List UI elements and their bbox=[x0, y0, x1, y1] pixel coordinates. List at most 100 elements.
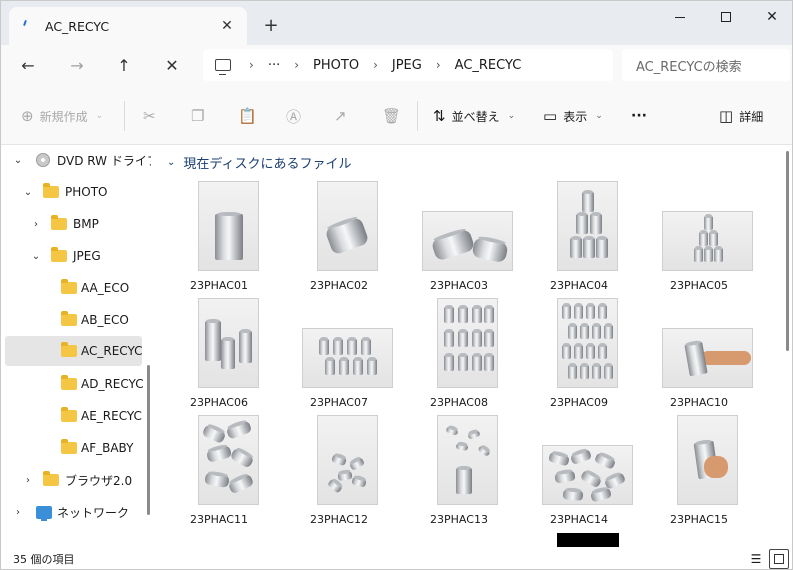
file-item[interactable]: 23PHAC14 bbox=[519, 415, 639, 531]
content-scrollbar[interactable] bbox=[786, 151, 789, 351]
chevron-right-icon[interactable]: › bbox=[21, 475, 35, 486]
thumbnail bbox=[198, 298, 259, 388]
sidebar-item-label: DVD RW ドライブ bbox=[57, 153, 151, 168]
file-item[interactable]: 23PHAC05 bbox=[639, 181, 759, 297]
new-button[interactable]: ⊕ 新規作成 ⌄ bbox=[21, 105, 103, 127]
view-button[interactable]: ▭ 表示 ⌄ bbox=[543, 105, 603, 127]
sidebar-scrollbar[interactable] bbox=[147, 365, 150, 515]
sort-label: 並べ替え bbox=[451, 109, 500, 124]
chevron-right-icon[interactable]: › bbox=[11, 507, 25, 518]
forward-button[interactable]: → bbox=[62, 51, 92, 79]
breadcrumb-jpeg[interactable]: JPEG bbox=[392, 58, 422, 73]
chevron-down-icon: ⌄ bbox=[507, 111, 516, 121]
file-item[interactable]: 23PHAC11 bbox=[159, 415, 279, 531]
chevron-down-icon[interactable]: ⌄ bbox=[21, 187, 35, 198]
maximize-button[interactable] bbox=[703, 1, 749, 33]
sidebar-item-photo[interactable]: ⌄ PHOTO bbox=[5, 177, 142, 207]
sidebar-item-jpeg[interactable]: ⌄ JPEG bbox=[5, 241, 142, 271]
new-tab-button[interactable]: + bbox=[259, 13, 283, 37]
rename-button[interactable]: Ⓐ bbox=[286, 105, 301, 127]
sidebar-item-aa-eco[interactable]: AA_ECO bbox=[5, 273, 142, 303]
sidebar-item-ae-recyc[interactable]: AE_RECYC bbox=[5, 401, 142, 431]
delete-button[interactable]: 🗑 bbox=[382, 105, 401, 127]
thumbnail bbox=[677, 415, 738, 505]
share-button[interactable]: ↗ bbox=[334, 105, 347, 127]
cut-button[interactable]: ✂ bbox=[143, 105, 156, 127]
close-window-button[interactable]: ✕ bbox=[749, 1, 792, 33]
sidebar-item-af-baby[interactable]: AF_BABY bbox=[5, 433, 142, 463]
share-icon: ↗ bbox=[334, 107, 347, 125]
sidebar-item-dvd[interactable]: ⌄ DVD RW ドライブ bbox=[5, 145, 151, 175]
this-pc-icon[interactable] bbox=[215, 59, 231, 75]
network-icon bbox=[36, 505, 52, 521]
tab-ac-recyc[interactable]: AC_RECYC ✕ bbox=[9, 7, 247, 45]
up-button[interactable]: ↑ bbox=[109, 51, 139, 79]
sort-button[interactable]: ⇅ 並べ替え ⌄ bbox=[433, 105, 515, 127]
can-shape bbox=[225, 420, 253, 440]
breadcrumb-photo[interactable]: PHOTO bbox=[313, 58, 359, 73]
sidebar-item-bmp[interactable]: › BMP bbox=[5, 209, 142, 239]
sidebar-item-browser[interactable]: › ブラウザ2.0 bbox=[5, 465, 142, 495]
folder-icon bbox=[61, 407, 77, 422]
back-button[interactable]: ← bbox=[13, 51, 43, 79]
file-item[interactable]: 23PHAC01 bbox=[159, 181, 279, 297]
hand-shape bbox=[704, 456, 728, 478]
file-name: 23PHAC03 bbox=[430, 279, 488, 292]
chevron-right-icon[interactable]: › bbox=[249, 58, 254, 72]
file-item[interactable]: 23PHAC15 bbox=[639, 415, 759, 531]
divider bbox=[124, 101, 125, 131]
paste-button[interactable]: 📋 bbox=[238, 105, 257, 127]
sidebar-item-ab-eco[interactable]: AB_ECO bbox=[5, 305, 142, 335]
file-name: 23PHAC06 bbox=[190, 396, 248, 409]
can-shape bbox=[430, 228, 476, 262]
tab-close-icon[interactable]: ✕ bbox=[217, 16, 237, 36]
chevron-down-icon[interactable]: ⌄ bbox=[11, 155, 25, 166]
view-icon: ▭ bbox=[543, 107, 558, 125]
file-item[interactable]: 23PHAC07 bbox=[279, 298, 399, 414]
thumbnail bbox=[557, 298, 618, 388]
sidebar-item-network[interactable]: › ネットワーク bbox=[5, 497, 142, 527]
group-header[interactable]: ⌄ 現在ディスクにあるファイル bbox=[167, 153, 351, 172]
thumbnail bbox=[422, 211, 513, 271]
file-item[interactable]: 23PHAC03 bbox=[399, 181, 519, 297]
file-item[interactable]: 23PHAC08 bbox=[399, 298, 519, 414]
folder-icon bbox=[43, 471, 59, 486]
file-item[interactable]: 23PHAC09 bbox=[519, 298, 639, 414]
file-item[interactable]: 23PHAC02 bbox=[279, 181, 399, 297]
more-options-button[interactable]: ··· bbox=[631, 105, 647, 127]
thumbnail bbox=[662, 211, 753, 271]
sidebar-item-label: JPEG bbox=[73, 249, 101, 263]
sidebar-item-label: ブラウザ2.0 bbox=[65, 473, 133, 488]
chevron-right-icon[interactable]: › bbox=[294, 58, 299, 72]
sidebar-item-ad-recyc[interactable]: AD_RECYC bbox=[5, 369, 144, 399]
file-name: 23PHAC11 bbox=[190, 513, 248, 526]
file-item[interactable]: 23PHAC10 bbox=[639, 298, 759, 414]
file-item[interactable]: 23PHAC04 bbox=[519, 181, 639, 297]
file-item[interactable]: 23PHAC13 bbox=[399, 415, 519, 531]
sidebar-item-ac-recyc[interactable]: AC_RECYC bbox=[5, 336, 143, 366]
chevron-right-icon[interactable]: › bbox=[436, 58, 441, 72]
file-item[interactable]: 23PHAC06 bbox=[159, 298, 279, 414]
can-shape bbox=[592, 363, 601, 379]
status-bar: 35 個の項目 bbox=[1, 547, 792, 569]
new-label: 新規作成 bbox=[39, 109, 88, 124]
can-shape bbox=[579, 469, 603, 489]
breadcrumb-more[interactable]: ··· bbox=[268, 58, 280, 73]
chevron-down-icon[interactable]: ⌄ bbox=[29, 251, 43, 262]
search-input[interactable]: AC_RECYCの検索 bbox=[622, 49, 790, 81]
breadcrumb-ac-recyc[interactable]: AC_RECYC bbox=[455, 58, 522, 73]
can-shape bbox=[215, 212, 243, 260]
sidebar-item-label: AF_BABY bbox=[81, 441, 134, 455]
large-icons-view-button[interactable] bbox=[769, 549, 789, 569]
details-view-button[interactable]: ☰ bbox=[746, 549, 766, 569]
file-item[interactable]: 23PHAC12 bbox=[279, 415, 399, 531]
chevron-right-icon[interactable]: › bbox=[29, 219, 43, 230]
can-shape bbox=[562, 303, 571, 319]
copy-button[interactable]: ❐ bbox=[191, 105, 204, 127]
chevron-right-icon[interactable]: › bbox=[373, 58, 378, 72]
minimize-button[interactable] bbox=[657, 1, 703, 33]
address-bar[interactable]: › ··· › PHOTO › JPEG › AC_RECYC bbox=[203, 49, 613, 81]
cancel-button[interactable]: ✕ bbox=[157, 51, 187, 79]
can-shape bbox=[205, 319, 221, 361]
details-pane-button[interactable]: ◫ 詳細 bbox=[719, 105, 763, 127]
